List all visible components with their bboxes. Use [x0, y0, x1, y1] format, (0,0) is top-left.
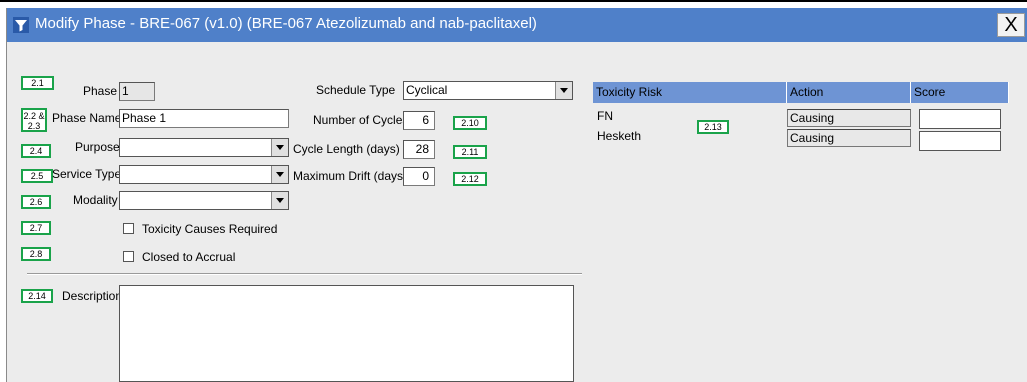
column-header-action[interactable]: Action [787, 82, 911, 103]
service-type-label: Service Type [52, 167, 122, 181]
description-textarea[interactable] [119, 285, 574, 382]
toxicity-causes-checkbox[interactable] [123, 223, 134, 234]
closed-accrual-checkbox[interactable] [123, 251, 134, 262]
annotation-2-14: 2.14 [21, 289, 53, 303]
chevron-down-icon[interactable] [271, 166, 288, 183]
annotation-2-4: 2.4 [21, 144, 51, 158]
phase-label: Phase [83, 84, 118, 98]
closed-accrual-label: Closed to Accrual [142, 250, 236, 264]
schedule-type-label: Schedule Type [316, 83, 396, 97]
chevron-down-icon[interactable] [271, 139, 288, 156]
service-type-dropdown[interactable] [119, 165, 289, 184]
purpose-dropdown[interactable] [119, 138, 289, 157]
action-cell-hesketh[interactable]: Causing [787, 129, 911, 147]
annotation-2-12: 2.12 [453, 172, 487, 186]
action-cell-fn[interactable]: Causing [787, 109, 911, 127]
column-header-toxicity-risk[interactable]: Toxicity Risk [593, 82, 787, 103]
modality-label: Modality [73, 193, 118, 207]
score-field-fn[interactable] [919, 109, 1001, 129]
phase-name-field[interactable]: Phase 1 [119, 109, 289, 128]
schedule-type-dropdown[interactable]: Cyclical [403, 81, 573, 100]
num-cycles-field[interactable]: 6 [403, 111, 435, 130]
score-field-hesketh[interactable] [919, 131, 1001, 151]
risk-cell-fn: FN [597, 109, 613, 123]
annotation-2-11: 2.11 [453, 145, 487, 159]
annotation-2-8: 2.8 [21, 247, 51, 261]
risk-cell-hesketh: Hesketh [597, 129, 642, 143]
annotation-2-1: 2.1 [21, 76, 54, 90]
annotation-2-5: 2.5 [21, 169, 53, 183]
toxicity-risk-grid: Toxicity Risk Action Score FN Causing He… [593, 82, 1009, 170]
cycle-length-label: Cycle Length (days) [293, 142, 400, 156]
chevron-down-icon[interactable] [555, 82, 572, 99]
annotation-2-13: 2.13 [697, 120, 729, 134]
cycle-length-field[interactable]: 28 [403, 140, 435, 159]
window-title: Modify Phase - BRE-067 (v1.0) (BRE-067 A… [35, 15, 537, 32]
modality-dropdown[interactable] [119, 191, 289, 210]
close-button[interactable]: X [997, 13, 1025, 37]
purpose-label: Purpose [75, 140, 120, 154]
max-drift-field[interactable]: 0 [403, 167, 435, 186]
toxicity-causes-label: Toxicity Causes Required [142, 222, 278, 236]
num-cycles-label: Number of Cycles [313, 113, 409, 127]
annotation-2-3-line2: 2.3 [27, 121, 41, 131]
description-label: Description [62, 289, 123, 303]
chevron-down-icon[interactable] [271, 192, 288, 209]
top-border [0, 0, 1027, 2]
annotation-2-7: 2.7 [21, 221, 51, 235]
column-header-score[interactable]: Score [911, 82, 1009, 103]
max-drift-label: Maximum Drift (days) [293, 169, 408, 183]
modify-phase-dialog: Modify Phase - BRE-067 (v1.0) (BRE-067 A… [6, 8, 1027, 382]
schedule-type-value: Cyclical [406, 83, 448, 97]
annotation-2-2-line1: 2.2 & [23, 111, 45, 121]
annotation-2-2-2-3: 2.2 & 2.3 [21, 108, 47, 132]
phase-field[interactable]: 1 [119, 82, 155, 101]
phase-name-label: Phase Name [52, 111, 122, 125]
title-bar[interactable]: Modify Phase - BRE-067 (v1.0) (BRE-067 A… [7, 8, 1027, 42]
annotation-2-10: 2.10 [453, 116, 487, 130]
form-divider [27, 273, 582, 275]
filter-funnel-icon [13, 17, 29, 33]
annotation-2-6: 2.6 [21, 195, 51, 209]
